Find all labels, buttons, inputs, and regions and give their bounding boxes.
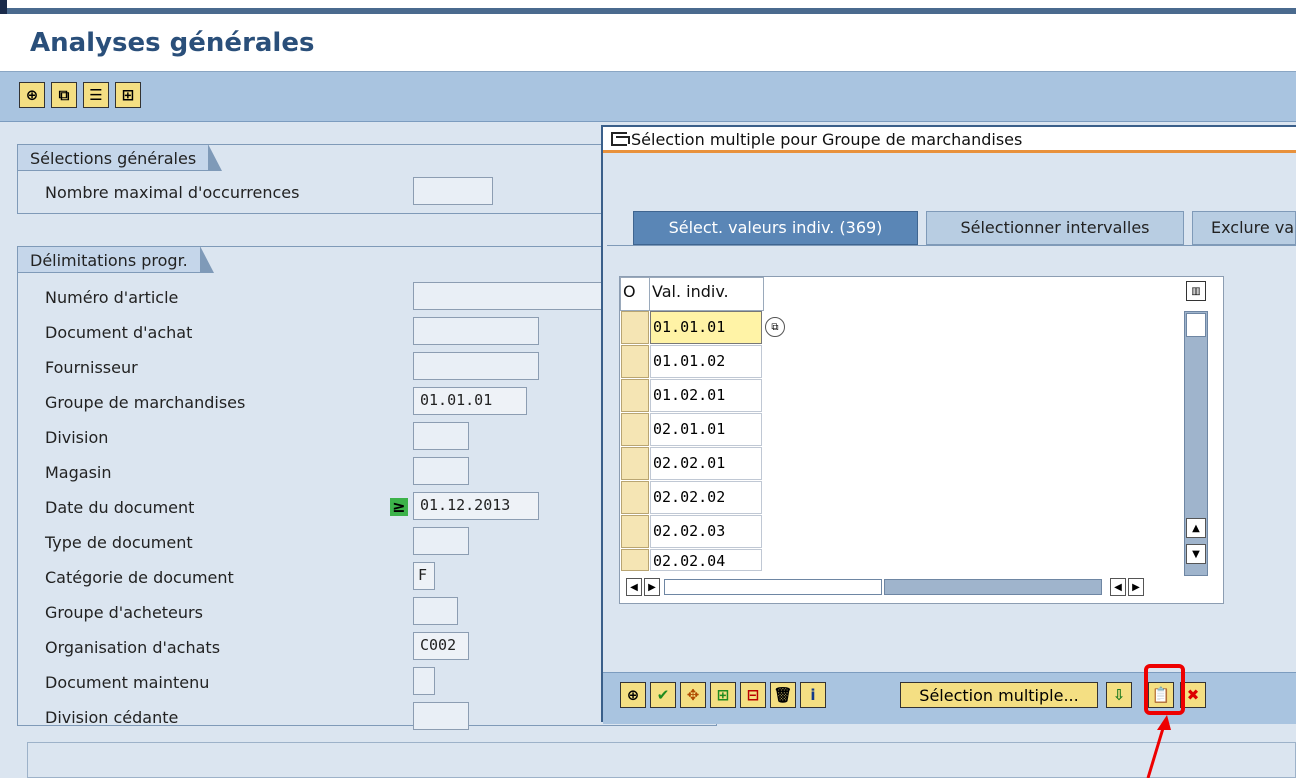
multiple-selection-button[interactable]: Sélection multiple... <box>900 682 1098 708</box>
field-label-purchase-doc: Document d'achat <box>45 323 193 342</box>
scroll-up-icon[interactable]: ▲ <box>1186 518 1206 538</box>
arrow-shaft <box>1146 724 1166 778</box>
dialog-tabs: Sélect. valeurs indiv. (369) Sélectionne… <box>603 211 1296 245</box>
import-icon[interactable]: ⇩ <box>1106 682 1132 708</box>
application-toolbar: ⊕ ⧉ ☰ ⊞ <box>0 72 1296 122</box>
buyer-group-field[interactable] <box>413 597 458 625</box>
article-number-field[interactable] <box>413 282 603 310</box>
scroll-right-icon[interactable]: ▶ <box>1128 578 1144 596</box>
dialog-title-bar: Sélection multiple pour Groupe de marcha… <box>603 127 1296 153</box>
table-row-value[interactable]: 02.01.01 <box>650 413 762 446</box>
table-row-value[interactable]: 02.02.03 <box>650 515 762 548</box>
single-values-panel: O Val. indiv. ▥ 01.01.01 ⧉ 01.01.02 01.0… <box>607 245 1296 635</box>
annotation-arrow <box>1146 715 1171 778</box>
general-selections-tab: Sélections générales <box>17 144 223 171</box>
division-field[interactable] <box>413 422 469 450</box>
supplying-plant-field[interactable] <box>413 702 469 730</box>
tab-exclude-values[interactable]: Exclure va <box>1192 211 1296 245</box>
doc-maintained-field[interactable] <box>413 667 435 695</box>
trash-icon[interactable]: 🗑 <box>770 682 796 708</box>
variant-icon[interactable]: ✥ <box>680 682 706 708</box>
insert-line-icon[interactable]: ⊞ <box>710 682 736 708</box>
field-label-division: Division <box>45 428 109 447</box>
material-group-field[interactable]: 01.01.01 <box>413 387 527 415</box>
table-row-value[interactable]: 02.02.02 <box>650 481 762 514</box>
table-row-value[interactable]: 01.01.01 <box>650 311 762 344</box>
h-scroll-thumb[interactable] <box>664 579 882 595</box>
dialog-title: Sélection multiple pour Groupe de marcha… <box>631 130 1023 149</box>
column-header-o: O <box>620 277 650 311</box>
row-selector[interactable] <box>621 447 649 480</box>
row-selector[interactable] <box>621 311 649 344</box>
field-label-doc-maintained: Document maintenu <box>45 673 210 692</box>
scroll-left-icon[interactable]: ◀ <box>1110 578 1126 596</box>
doc-date-field[interactable]: 01.12.2013 <box>413 492 539 520</box>
scroll-down-icon[interactable]: ▼ <box>1186 544 1206 564</box>
table-settings-icon[interactable]: ▥ <box>1186 281 1206 301</box>
row-selector[interactable] <box>621 515 649 548</box>
field-label-doc-category: Catégorie de document <box>45 568 234 587</box>
doc-category-field[interactable]: F <box>413 562 435 590</box>
field-label-doc-type: Type de document <box>45 533 193 552</box>
h-scroll-track[interactable] <box>884 579 1102 595</box>
row-selector[interactable] <box>621 413 649 446</box>
column-header-value[interactable]: Val. indiv. <box>649 277 764 311</box>
top-strip-marker <box>0 0 7 14</box>
f4-help-icon[interactable]: ⧉ <box>765 317 785 337</box>
field-label-doc-date: Date du document <box>45 498 195 517</box>
vertical-scrollbar[interactable]: ▲ ▼ <box>1184 311 1208 576</box>
arrow-head <box>1157 715 1171 730</box>
field-label-material-group: Groupe de marchandises <box>45 393 246 412</box>
table-row-value[interactable]: 01.02.01 <box>650 379 762 412</box>
purchase-doc-field[interactable] <box>413 317 539 345</box>
execute-icon[interactable]: ⊕ <box>620 682 646 708</box>
page-title: Analyses générales <box>30 28 315 58</box>
dialog-window-icon <box>611 132 630 146</box>
field-label-article: Numéro d'article <box>45 288 179 307</box>
table-row-value[interactable]: 02.02.01 <box>650 447 762 480</box>
field-label-storage: Magasin <box>45 463 112 482</box>
delete-line-icon[interactable]: ⊟ <box>740 682 766 708</box>
table-row-value[interactable]: 02.02.04 <box>650 549 762 571</box>
row-selector[interactable] <box>621 481 649 514</box>
window-top-strip <box>0 0 1296 14</box>
prog-delimitations-tab: Délimitations progr. <box>17 246 214 273</box>
tab-single-values[interactable]: Sélect. valeurs indiv. (369) <box>633 211 918 245</box>
max-hits-field[interactable] <box>413 177 493 205</box>
scroll-left-icon[interactable]: ◀ <box>626 578 642 596</box>
field-label-supplying-plant: Division cédante <box>45 708 179 727</box>
storage-field[interactable] <box>413 457 469 485</box>
field-label-purch-org: Organisation d'achats <box>45 638 221 657</box>
execute-icon[interactable]: ⊕ <box>19 82 45 108</box>
scroll-thumb[interactable] <box>1186 313 1206 337</box>
max-hits-label: Nombre maximal d'occurrences <box>45 183 300 202</box>
scroll-right-icon[interactable]: ▶ <box>644 578 660 596</box>
list-icon[interactable]: ☰ <box>83 82 109 108</box>
table-row-value[interactable]: 01.01.02 <box>650 345 762 378</box>
supplier-field[interactable] <box>413 352 539 380</box>
multiple-selection-dialog: Sélection multiple pour Groupe de marcha… <box>601 125 1296 724</box>
row-selector[interactable] <box>621 379 649 412</box>
greater-equal-icon[interactable]: ≥ <box>390 498 408 516</box>
field-label-buyer-group: Groupe d'acheteurs <box>45 603 203 622</box>
dialog-footer-toolbar: ⊕ ✔ ✥ ⊞ ⊟ 🗑 i Sélection multiple... ⇩ 📋 … <box>603 672 1296 724</box>
info-icon[interactable]: i <box>800 682 826 708</box>
values-table: O Val. indiv. ▥ 01.01.01 ⧉ 01.01.02 01.0… <box>619 276 1224 604</box>
row-selector[interactable] <box>621 549 649 571</box>
expand-icon[interactable]: ⊞ <box>115 82 141 108</box>
field-label-supplier: Fournisseur <box>45 358 138 377</box>
purch-org-field[interactable]: C002 <box>413 632 469 660</box>
copy-variant-icon[interactable]: ⧉ <box>51 82 77 108</box>
doc-type-field[interactable] <box>413 527 469 555</box>
bottom-panel <box>27 742 1296 778</box>
title-bar: Analyses générales <box>0 14 1296 72</box>
tab-ranges[interactable]: Sélectionner intervalles <box>926 211 1184 245</box>
checkmark-icon[interactable]: ✔ <box>650 682 676 708</box>
highlight-box <box>1144 664 1185 715</box>
row-selector[interactable] <box>621 345 649 378</box>
horizontal-scrollbar[interactable]: ◀ ▶ ◀ ▶ <box>622 577 1182 599</box>
